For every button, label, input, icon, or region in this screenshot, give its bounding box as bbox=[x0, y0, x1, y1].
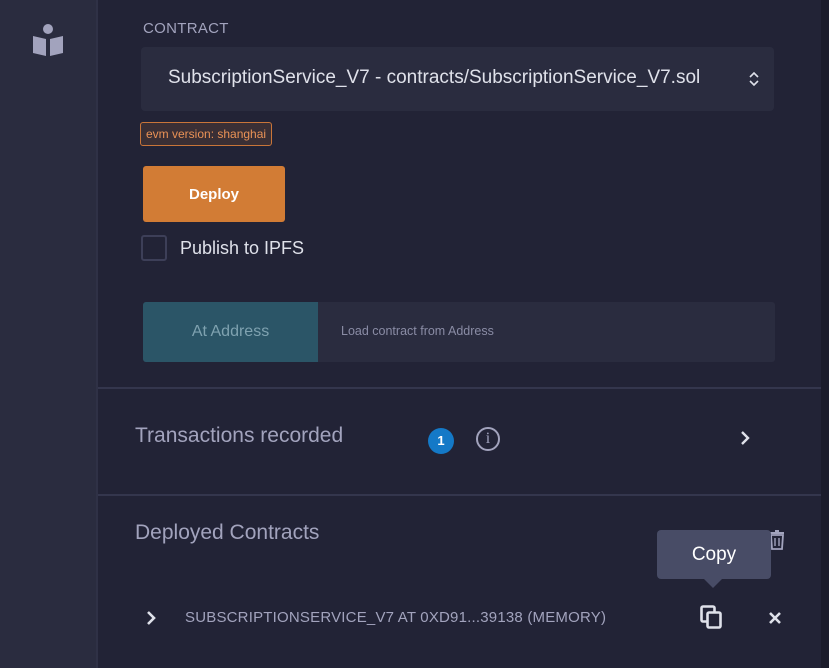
info-icon[interactable]: i bbox=[476, 427, 500, 451]
section-divider bbox=[98, 494, 821, 496]
plugin-icon[interactable] bbox=[30, 22, 66, 58]
expand-chevron-icon[interactable] bbox=[146, 610, 156, 626]
at-address-group: At Address Load contract from Address bbox=[143, 302, 775, 362]
evm-version-badge: evm version: shanghai bbox=[140, 122, 273, 146]
deployed-instance-row[interactable]: SUBSCRIPTIONSERVICE_V7 AT 0XD91...39138 … bbox=[98, 600, 821, 638]
address-input[interactable]: Load contract from Address bbox=[341, 324, 494, 338]
publish-ipfs-checkbox[interactable] bbox=[141, 235, 167, 261]
at-address-button[interactable]: At Address bbox=[143, 302, 318, 362]
chevron-right-icon[interactable] bbox=[740, 430, 750, 446]
contract-select[interactable]: SubscriptionService_V7 - contracts/Subsc… bbox=[141, 47, 774, 111]
close-icon[interactable] bbox=[768, 611, 782, 625]
deployed-instance-label[interactable]: SUBSCRIPTIONSERVICE_V7 AT 0XD91...39138 … bbox=[185, 609, 663, 626]
icon-sidebar bbox=[0, 0, 96, 668]
transactions-count-badge: 1 bbox=[428, 428, 454, 454]
section-divider bbox=[98, 387, 821, 389]
deployed-contracts-label: Deployed Contracts bbox=[135, 521, 320, 544]
contract-select-value: SubscriptionService_V7 - contracts/Subsc… bbox=[168, 67, 701, 88]
select-arrows-icon bbox=[749, 71, 759, 87]
right-edge bbox=[821, 0, 829, 668]
transactions-recorded-label[interactable]: Transactions recorded bbox=[135, 424, 343, 448]
contract-label: CONTRACT bbox=[143, 20, 229, 37]
publish-ipfs-row[interactable]: Publish to IPFS bbox=[141, 234, 304, 262]
deploy-run-panel: CONTRACT SubscriptionService_V7 - contra… bbox=[98, 0, 821, 668]
publish-ipfs-label: Publish to IPFS bbox=[180, 237, 305, 258]
copy-tooltip: Copy bbox=[657, 530, 771, 579]
tooltip-arrow bbox=[704, 579, 722, 588]
copy-icon[interactable] bbox=[700, 605, 722, 629]
deploy-button[interactable]: Deploy bbox=[143, 166, 285, 222]
